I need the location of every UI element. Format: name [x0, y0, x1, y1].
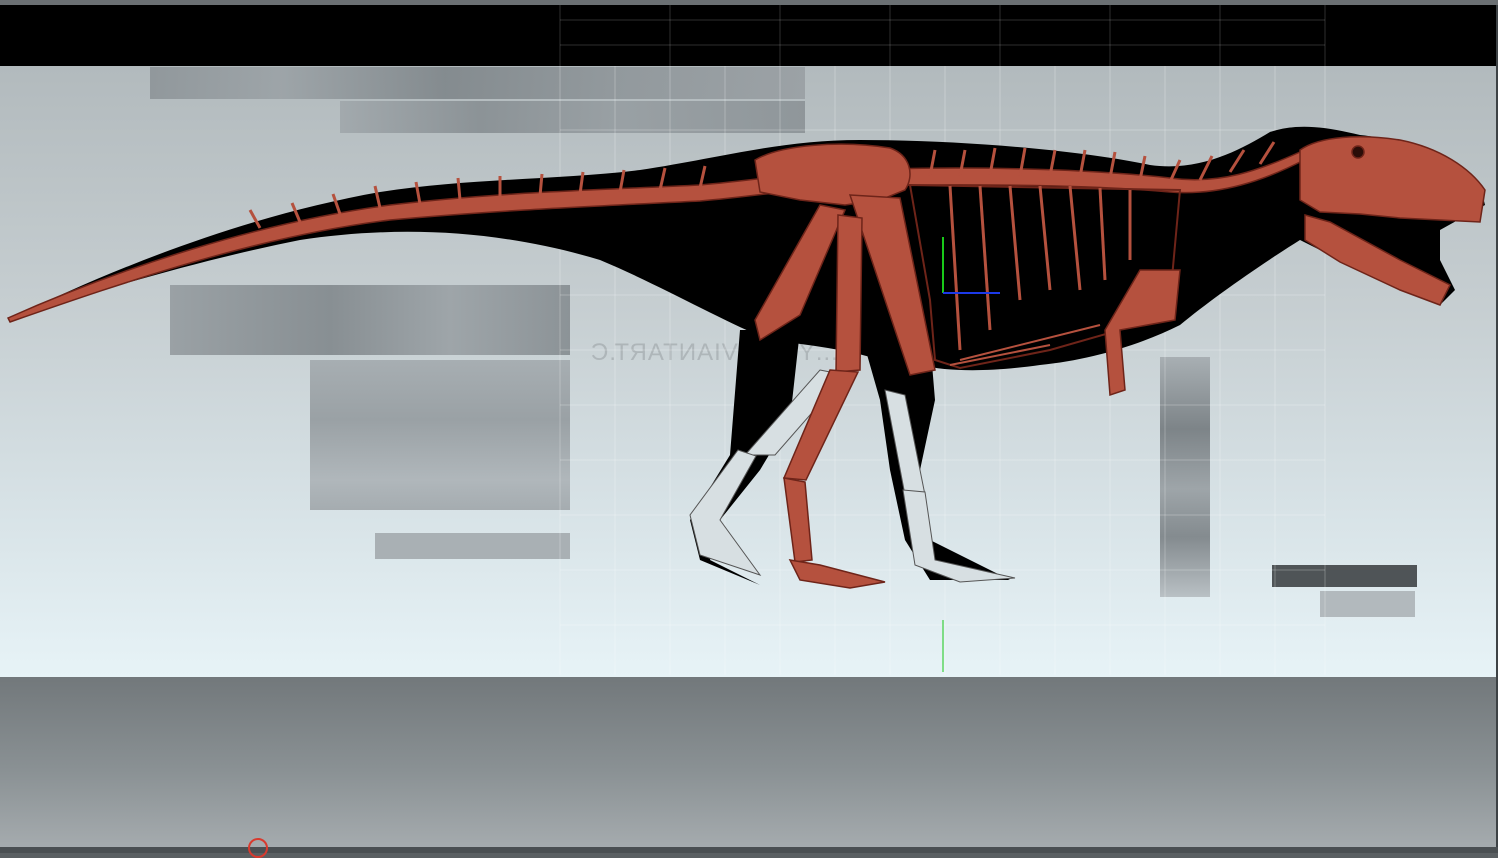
- eye-socket: [1351, 145, 1365, 159]
- skull: [1299, 136, 1486, 223]
- brush-cursor-icon: [248, 838, 268, 858]
- metatarsus: [783, 477, 813, 563]
- pelvis: [754, 143, 911, 206]
- reference-grid-top: [559, 5, 1326, 66]
- bottom-strip: [0, 847, 1498, 853]
- viewport[interactable]: ...YS.DEVIANTART.C: [0, 0, 1498, 858]
- foot: [788, 559, 886, 589]
- viewport-floor: [0, 677, 1496, 847]
- femur: [835, 214, 863, 373]
